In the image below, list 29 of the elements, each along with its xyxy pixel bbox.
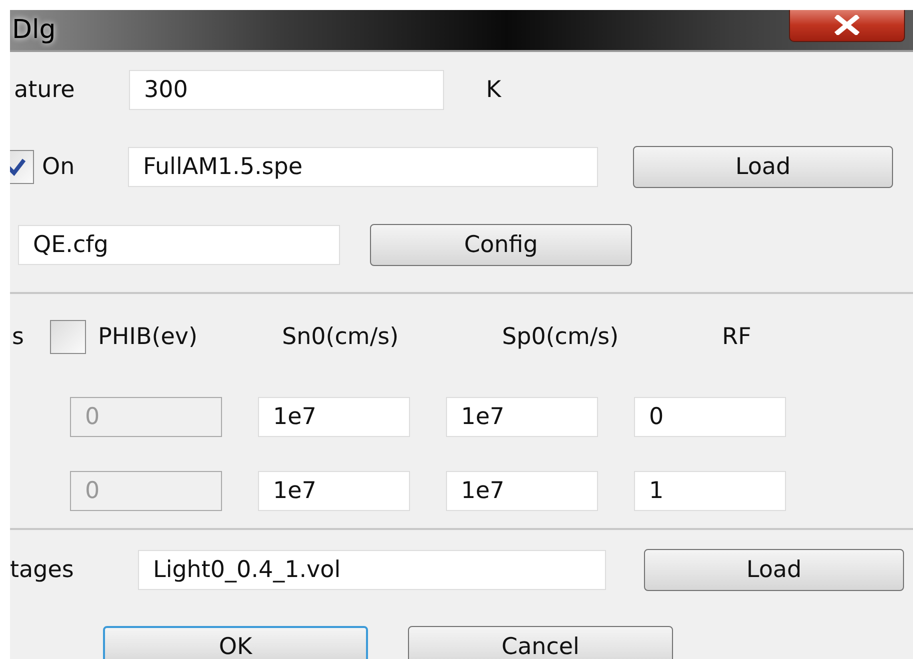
value-field[interactable]: 1e7 [446, 471, 598, 511]
window-title: Dlg [11, 15, 56, 45]
column-header: Sp0(cm/s) [502, 324, 620, 350]
unit-label: K [486, 77, 502, 103]
spectrum-file-field[interactable]: FullAM1.5.spe [128, 147, 598, 187]
value-field[interactable]: 1e7 [446, 397, 598, 437]
qe-file-field[interactable]: QE.cfg [18, 225, 340, 265]
value-field[interactable]: 1e7 [258, 471, 410, 511]
field-label: ature [14, 77, 76, 103]
value-field[interactable]: 1 [634, 471, 786, 511]
column-header: RF [722, 324, 752, 350]
temperature-field[interactable]: 300 [129, 70, 444, 110]
ok-button[interactable]: OK [103, 626, 368, 659]
cancel-button[interactable]: Cancel [408, 626, 673, 659]
close-button[interactable] [789, 10, 905, 42]
voltage-file-field[interactable]: Light0_0.4_1.vol [138, 550, 606, 590]
column-header: PHIB(ev) [98, 324, 198, 350]
close-icon [832, 15, 862, 35]
checkbox-label: On [42, 154, 76, 180]
column-header: Sn0(cm/s) [282, 324, 400, 350]
checkbox[interactable] [50, 320, 86, 354]
check-icon [10, 157, 27, 177]
load-button[interactable]: Load [633, 146, 893, 188]
field-label: tages [10, 557, 75, 583]
value-field[interactable]: 1e7 [258, 397, 410, 437]
value-field[interactable]: 0 [634, 397, 786, 437]
field-label: s [12, 324, 25, 350]
config-button[interactable]: Config [370, 224, 632, 266]
load-button[interactable]: Load [644, 549, 904, 591]
